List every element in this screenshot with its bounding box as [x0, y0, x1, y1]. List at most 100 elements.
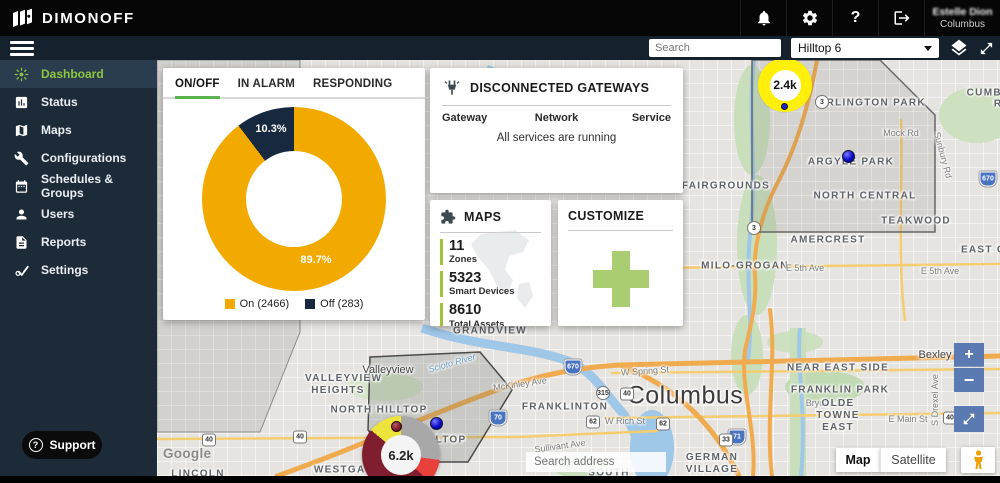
zoom-in-button[interactable]: + — [954, 343, 984, 367]
search-input[interactable] — [649, 39, 803, 57]
sidebar-item-label: Schedules & Groups — [41, 172, 157, 200]
zone-select[interactable]: Hilltop 6 — [791, 38, 939, 58]
stat-value: 11 — [449, 239, 541, 254]
map-type-map-button[interactable]: Map — [836, 448, 880, 472]
sidebar-item-label: Settings — [41, 263, 88, 277]
document-icon — [14, 235, 29, 250]
support-button[interactable]: ? Support — [22, 431, 102, 459]
device-pin-blue[interactable] — [842, 150, 855, 163]
sidebar-item-label: Reports — [41, 235, 86, 249]
stat-value: 8610 — [449, 303, 541, 318]
fullscreen-button[interactable] — [979, 41, 994, 56]
chart-legend: On (2466) Off (283) — [163, 298, 425, 310]
disconnected-plug-icon — [442, 78, 462, 98]
person-icon — [14, 207, 29, 222]
divider — [442, 105, 671, 106]
stat-total-assets: 8610 Total Assets — [440, 303, 541, 326]
brand-logo: DIMONOFF — [0, 8, 740, 28]
card-title: MAPS — [464, 210, 501, 224]
puzzle-icon — [440, 209, 456, 225]
layers-button[interactable] — [949, 38, 969, 58]
pegman-icon — [972, 450, 985, 470]
column-network: Network — [514, 112, 600, 124]
add-widget-button[interactable] — [568, 237, 673, 321]
status-tabs: ON/OFF IN ALARM RESPONDING — [163, 68, 425, 99]
off-percent-label: 10.3% — [255, 123, 286, 135]
disconnected-gateways-card: DISCONNECTED GATEWAYS Gateway Network Se… — [430, 68, 683, 193]
legend-swatch-on — [225, 299, 235, 309]
diagonal-arrows-icon — [962, 412, 976, 426]
tab-in-alarm[interactable]: IN ALARM — [238, 78, 295, 97]
help-button[interactable]: ? — [832, 0, 878, 36]
zone-select-value: Hilltop 6 — [798, 41, 841, 55]
logout-icon — [893, 9, 911, 27]
donut-hole — [246, 151, 342, 247]
stat-smart-devices: 5323 Smart Devices — [440, 271, 541, 297]
customize-card: CUSTOMIZE — [558, 200, 683, 326]
address-search-input[interactable] — [526, 452, 666, 472]
settings-button[interactable] — [786, 0, 832, 36]
brand-name: DIMONOFF — [42, 10, 135, 27]
bar-chart-icon — [14, 95, 29, 110]
chevron-down-icon — [924, 46, 932, 51]
map-expand-button[interactable] — [954, 406, 984, 432]
legend-label: On (2466) — [240, 298, 290, 310]
stat-zones: 11 Zones — [440, 239, 541, 265]
sidebar-item-users[interactable]: Users — [0, 200, 157, 228]
top-bar: DIMONOFF ? Estelle Dion Columbus — [0, 0, 1000, 36]
tools-icon — [14, 151, 29, 166]
layers-icon — [949, 38, 969, 58]
sidebar-item-dashboard[interactable]: Dashboard — [0, 60, 157, 88]
notifications-button[interactable] — [740, 0, 786, 36]
stat-label: Zones — [449, 254, 541, 265]
user-name: Estelle Dion — [932, 6, 992, 18]
sidebar-item-label: Dashboard — [41, 67, 104, 81]
google-watermark: Google — [163, 446, 211, 461]
card-header: DISCONNECTED GATEWAYS — [442, 78, 671, 98]
zoom-out-button[interactable]: − — [954, 368, 984, 392]
street-view-pegman-button[interactable] — [961, 447, 995, 473]
bell-icon — [755, 9, 773, 27]
sidebar-item-maps[interactable]: Maps — [0, 116, 157, 144]
sidebar-nav: Dashboard Status Maps Configurations Sch… — [0, 60, 157, 476]
logout-button[interactable] — [878, 0, 924, 36]
card-title: CUSTOMIZE — [568, 209, 644, 223]
question-circle-icon: ? — [29, 438, 43, 452]
map-type-satellite-button[interactable]: Satellite — [880, 448, 946, 472]
sidebar-item-label: Configurations — [41, 151, 126, 165]
tab-responding[interactable]: RESPONDING — [313, 78, 392, 97]
cluster-count: 6.2k — [381, 435, 421, 475]
on-percent-label: 89.7% — [300, 254, 331, 266]
dimonoff-logo-icon — [12, 8, 34, 28]
device-pin-dot[interactable] — [781, 103, 788, 110]
card-header: MAPS — [440, 209, 541, 225]
sidebar-item-status[interactable]: Status — [0, 88, 157, 116]
maps-summary-card: MAPS 11 Zones 5323 Smart Devices 8610 To… — [430, 200, 551, 326]
calendar-icon — [14, 179, 29, 194]
map-toolbar: Hilltop 6 — [649, 36, 994, 60]
divider — [568, 230, 673, 231]
sidebar-item-configurations[interactable]: Configurations — [0, 144, 157, 172]
legend-item-on: On (2466) — [225, 298, 290, 310]
sidebar-item-settings[interactable]: Settings — [0, 256, 157, 284]
user-location: Columbus — [940, 19, 985, 30]
global-search — [649, 39, 781, 57]
tab-on-off[interactable]: ON/OFF — [175, 78, 220, 99]
column-service: Service — [599, 112, 671, 124]
check-gear-icon — [14, 263, 29, 278]
gateways-table-header: Gateway Network Service — [442, 112, 671, 124]
gear-icon — [801, 9, 819, 27]
fullscreen-icon — [979, 41, 994, 56]
on-off-donut-chart: 10.3% 89.7% — [202, 107, 386, 291]
device-pin-maroon[interactable] — [391, 421, 402, 432]
device-pin-blue[interactable] — [430, 417, 443, 430]
user-menu[interactable]: Estelle Dion Columbus — [924, 0, 1000, 36]
sidebar-toggle-button[interactable] — [10, 41, 34, 56]
hamburger-icon — [10, 41, 34, 44]
sidebar-item-schedules-groups[interactable]: Schedules & Groups — [0, 172, 157, 200]
sidebar-item-reports[interactable]: Reports — [0, 228, 157, 256]
stat-value: 5323 — [449, 271, 541, 286]
card-header: CUSTOMIZE — [568, 209, 673, 223]
stat-label: Total Assets — [449, 319, 541, 326]
column-gateway: Gateway — [442, 112, 514, 124]
